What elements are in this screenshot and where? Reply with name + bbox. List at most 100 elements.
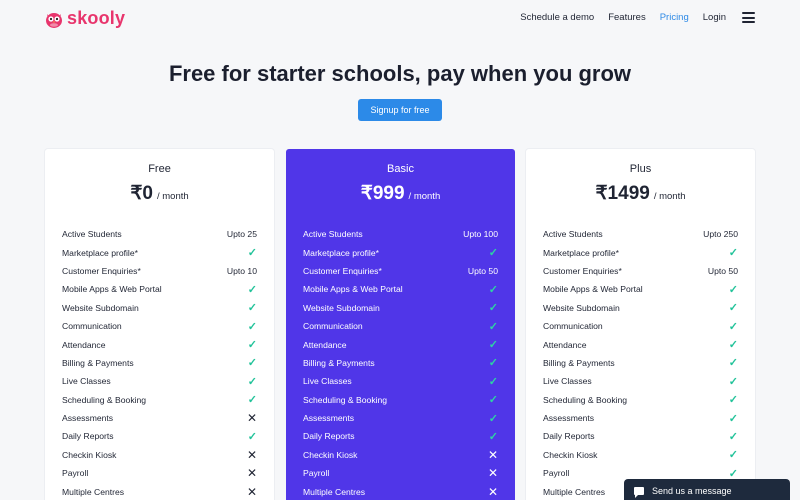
- check-icon: ✓: [728, 394, 738, 407]
- check-icon: ✓: [728, 375, 738, 388]
- feature-label: Customer Enquiries*: [543, 265, 622, 276]
- check-icon: ✓: [488, 430, 498, 443]
- feature-row: Live Classes ✓: [62, 372, 257, 390]
- brand-logo[interactable]: skooly: [44, 8, 125, 29]
- feature-label: Payroll: [543, 468, 570, 479]
- check-icon: ✓: [488, 320, 498, 333]
- chat-widget-label: Send us a message: [652, 486, 732, 496]
- feature-row: Daily Reports ✓: [62, 427, 257, 445]
- feature-label: Marketplace profile*: [62, 247, 138, 258]
- signup-button[interactable]: Signup for free: [358, 99, 442, 121]
- feature-label: Billing & Payments: [543, 357, 615, 368]
- check-icon: ✓: [728, 320, 738, 333]
- feature-row: Billing & Payments ✓: [62, 354, 257, 372]
- feature-label: Daily Reports: [62, 431, 114, 442]
- feature-value: Upto 10: [226, 265, 257, 276]
- check-icon: ✓: [247, 283, 257, 296]
- feature-row: Website Subdomain ✓: [62, 299, 257, 317]
- feature-list: Active Students Upto 250 Marketplace profi…: [543, 225, 738, 500]
- feature-row: Daily Reports ✓: [303, 427, 498, 445]
- main-nav: Schedule a demo Features Pricing Login: [506, 12, 755, 23]
- feature-label: Checkin Kiosk: [543, 449, 598, 460]
- nav-link-login[interactable]: Login: [703, 12, 726, 23]
- feature-label: Communication: [62, 321, 122, 332]
- feature-label: Marketplace profile*: [303, 247, 379, 258]
- feature-label: Active Students: [543, 229, 603, 240]
- feature-label: Live Classes: [303, 376, 352, 387]
- plan-period: / month: [408, 191, 441, 202]
- feature-label: Multiple Centres: [62, 486, 125, 497]
- check-icon: ✓: [488, 339, 498, 352]
- check-icon: ✓: [728, 430, 738, 443]
- plan-period: / month: [653, 191, 686, 202]
- check-icon: ✓: [728, 412, 738, 425]
- feature-label: Communication: [543, 321, 603, 332]
- feature-label: Active Students: [303, 229, 363, 240]
- feature-label: Attendance: [303, 339, 347, 350]
- feature-label: Mobile Apps & Web Portal: [303, 284, 403, 295]
- feature-row: Scheduling & Booking ✓: [62, 391, 257, 409]
- feature-row: Communication ✓: [62, 317, 257, 335]
- feature-label: Daily Reports: [303, 431, 355, 442]
- feature-label: Marketplace profile*: [543, 247, 619, 258]
- chat-widget-button[interactable]: Send us a message: [624, 479, 790, 500]
- check-icon: ✓: [728, 467, 738, 480]
- nav-link-features[interactable]: Features: [608, 12, 646, 23]
- feature-row: Marketplace profile* ✓: [543, 243, 738, 261]
- feature-row: Website Subdomain ✓: [303, 299, 498, 317]
- check-icon: ✓: [247, 394, 257, 407]
- feature-label: Billing & Payments: [303, 357, 375, 368]
- cross-icon: ✕: [246, 484, 257, 499]
- check-icon: ✓: [247, 320, 257, 333]
- feature-row: Scheduling & Booking ✓: [303, 391, 498, 409]
- check-icon: ✓: [488, 357, 498, 370]
- brand-name: skooly: [67, 8, 126, 28]
- feature-row: Communication ✓: [543, 317, 738, 335]
- feature-row: Mobile Apps & Web Portal ✓: [62, 280, 257, 298]
- feature-label: Customer Enquiries*: [303, 265, 382, 276]
- feature-row: Daily Reports ✓: [543, 427, 738, 445]
- hamburger-icon[interactable]: [742, 12, 755, 23]
- feature-row: Multiple Centres ✕: [62, 482, 257, 500]
- nav-link-schedule-demo[interactable]: Schedule a demo: [520, 12, 594, 23]
- feature-label: Customer Enquiries*: [62, 265, 141, 276]
- check-icon: ✓: [728, 357, 738, 370]
- feature-row: Active Students Upto 250: [543, 225, 738, 243]
- check-icon: ✓: [247, 375, 257, 388]
- plan-price: ₹0: [130, 183, 153, 204]
- feature-label: Website Subdomain: [303, 302, 380, 313]
- feature-label: Billing & Payments: [62, 357, 134, 368]
- plan-name: Free: [148, 163, 171, 175]
- cross-icon: ✕: [246, 411, 257, 426]
- feature-label: Attendance: [62, 339, 106, 350]
- check-icon: ✓: [488, 394, 498, 407]
- feature-row: Multiple Centres ✕: [303, 482, 498, 500]
- feature-row: Customer Enquiries* Upto 10: [62, 262, 257, 280]
- check-icon: ✓: [488, 247, 498, 260]
- cross-icon: ✕: [487, 484, 498, 499]
- check-icon: ✓: [488, 283, 498, 296]
- feature-label: Assessments: [303, 413, 355, 424]
- feature-label: Payroll: [62, 468, 89, 479]
- feature-row: Active Students Upto 100: [303, 225, 498, 243]
- feature-label: Assessments: [543, 413, 595, 424]
- plan-name: Basic: [387, 163, 414, 175]
- feature-label: Website Subdomain: [543, 302, 620, 313]
- top-navigation-bar: skooly Schedule a demo Features Pricing …: [0, 0, 800, 40]
- feature-value: Upto 50: [707, 265, 738, 276]
- plan-name: Plus: [629, 163, 652, 175]
- cross-icon: ✕: [487, 447, 498, 462]
- plan-card-free: Free ₹0 / month Active Students Upto 25 Ma…: [45, 149, 274, 500]
- cross-icon: ✕: [487, 466, 498, 481]
- plan-card-basic: Basic ₹999 / month Active Students Upto 1…: [286, 149, 515, 500]
- feature-label: Live Classes: [543, 376, 592, 387]
- feature-label: Payroll: [303, 468, 330, 479]
- feature-row: Website Subdomain ✓: [543, 299, 738, 317]
- nav-link-pricing[interactable]: Pricing: [660, 12, 689, 23]
- feature-value: Upto 250: [703, 229, 738, 240]
- check-icon: ✓: [247, 357, 257, 370]
- feature-label: Scheduling & Booking: [303, 394, 388, 405]
- feature-value: Upto 50: [467, 265, 498, 276]
- feature-label: Scheduling & Booking: [62, 394, 147, 405]
- check-icon: ✓: [728, 247, 738, 260]
